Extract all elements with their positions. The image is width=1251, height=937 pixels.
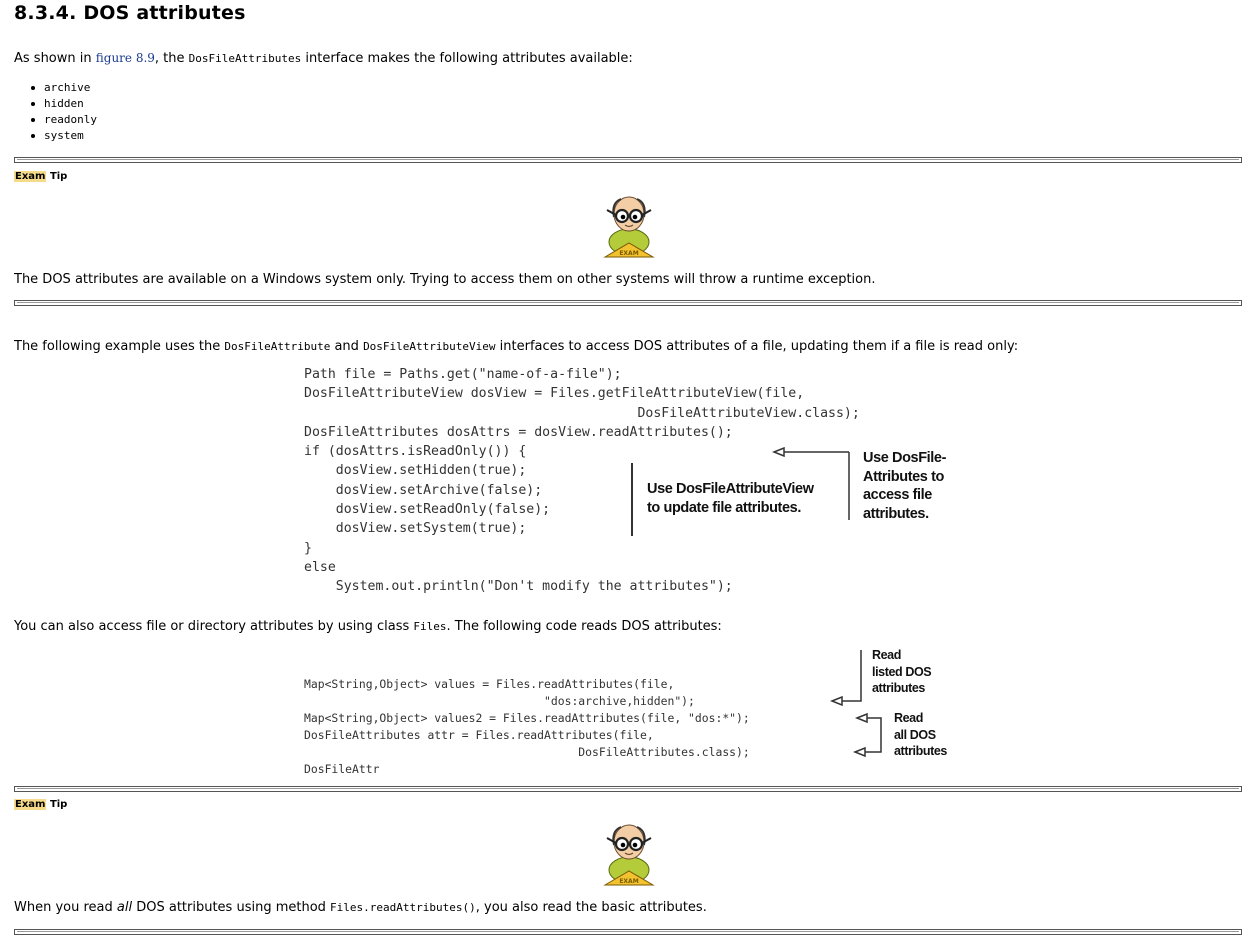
arrow-line bbox=[862, 717, 882, 753]
code-line: DosFileAttributes.class); bbox=[304, 745, 750, 759]
emphasis: all bbox=[116, 900, 133, 915]
annotation-arrows bbox=[771, 446, 882, 758]
tip-top-rule bbox=[14, 786, 1242, 792]
arrow-head-icon bbox=[771, 446, 785, 458]
code-listing-2: Map<String,Object> values = Files.readAt… bbox=[304, 676, 750, 778]
inline-code: Files.readAttributes() bbox=[330, 901, 476, 914]
mascot-badge-text: EXAM bbox=[619, 878, 638, 885]
arrow-head-icon bbox=[829, 695, 843, 707]
exam-tip-label: Exam Tip bbox=[14, 799, 67, 811]
tip-bottom-rule bbox=[14, 929, 1242, 935]
annotation-read-listed: Read listed DOS attributes bbox=[872, 648, 932, 695]
exam-badge: Exam bbox=[14, 799, 47, 810]
code-line: DosFileAttributes attr = Files.readAttri… bbox=[304, 728, 654, 742]
tip-text: When you read all DOS attributes using m… bbox=[14, 900, 707, 915]
arrow-head-icon bbox=[854, 712, 868, 724]
code-line: DosFileAttr bbox=[304, 762, 380, 776]
code-line: Map<String,Object> values = Files.readAt… bbox=[304, 677, 675, 691]
files-paragraph: You can also access file or directory at… bbox=[14, 619, 722, 634]
exam-mascot-icon: EXAM bbox=[603, 824, 655, 886]
inline-code: Files bbox=[413, 620, 447, 633]
code-line: "dos:archive,hidden"); bbox=[304, 694, 695, 708]
code-line: Map<String,Object> values2 = Files.readA… bbox=[304, 711, 750, 725]
annotation-read-all: Read all DOS attributes bbox=[894, 711, 947, 758]
tip-word: Tip bbox=[49, 799, 68, 810]
arrow-line bbox=[840, 650, 862, 702]
arrow-head-icon bbox=[852, 746, 866, 758]
